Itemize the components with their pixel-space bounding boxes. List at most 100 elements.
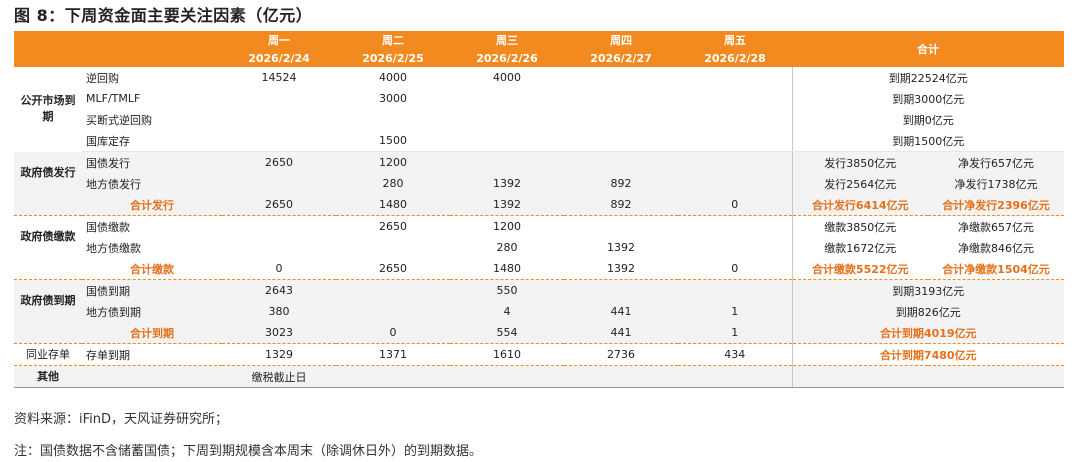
table-row: 合计到期 3023 0 554 441 1 合计到期4019亿元 (14, 322, 1064, 344)
cell (450, 88, 564, 109)
cell (678, 88, 792, 109)
cell (678, 237, 792, 258)
cell: 1200 (336, 151, 450, 173)
group-label-open-market: 公开市场到期 (20, 94, 76, 124)
table-row: 地方债缴款 280 1392 缴款1672亿元 净缴款846亿元 (14, 237, 1064, 258)
table-row: 合计发行 2650 1480 1392 892 0 合计发行6414亿元 合计净… (14, 194, 1064, 216)
cell: 0 (222, 258, 336, 280)
total-cell: 合计净发行2396亿元 (928, 194, 1064, 216)
total-cell: 发行2564亿元 (791, 173, 928, 194)
cell: 3000 (379, 92, 407, 105)
cell: 1 (678, 322, 792, 344)
blank-cell (14, 322, 82, 344)
cell (450, 151, 564, 173)
total-cell: 合计发行6414亿元 (791, 194, 928, 216)
header-blank (14, 31, 222, 67)
row-label: 存单到期 (82, 343, 222, 366)
total-cell: 合计到期7480亿元 (791, 343, 1064, 366)
cell (564, 67, 678, 88)
total-cell: 净发行657亿元 (928, 151, 1064, 173)
header-day-tue: 周二 (336, 31, 450, 49)
total-cell: 到期0亿元 (791, 109, 1064, 130)
cell: 1392 (564, 258, 678, 280)
cell: 2650 (222, 194, 336, 216)
cell: 2643 (222, 279, 336, 301)
cell: 554 (450, 322, 564, 344)
cell: 892 (564, 194, 678, 216)
cell: 14524 (261, 71, 297, 84)
cell (678, 173, 792, 194)
group-label-gov-issue: 政府债发行 (14, 151, 82, 194)
total-cell: 净发行1738亿元 (928, 173, 1064, 194)
table-row: 买断式逆回购 到期0亿元 (14, 109, 1064, 130)
cell (336, 301, 450, 322)
cell (450, 109, 564, 130)
row-label: 国债发行 (82, 151, 222, 173)
cell: 4000 (493, 71, 521, 84)
row-label: 国债到期 (82, 279, 222, 301)
group-label-interbank: 同业存单 (14, 343, 82, 366)
cell (222, 109, 336, 130)
cell (564, 88, 678, 109)
total-cell: 缴款1672亿元 (791, 237, 928, 258)
cell: 3023 (222, 322, 336, 344)
blank-cell (336, 365, 450, 388)
cell: 2650 (222, 151, 336, 173)
header-day-mon: 周一 (222, 31, 336, 49)
cell (678, 130, 792, 152)
total-cell: 到期3193亿元 (791, 279, 1064, 301)
row-label: 地方债缴款 (86, 241, 141, 255)
cell (678, 279, 792, 301)
page-title: 图 8：下周资金面主要关注因素（亿元） (14, 6, 313, 25)
cell: 2650 (379, 220, 407, 233)
cell (336, 109, 450, 130)
table-row: 公开市场到期 逆回购 14524 4000 4000 到期22524亿元 (14, 67, 1064, 123)
cell (564, 216, 678, 238)
row-label: 地方债发行 (82, 173, 222, 194)
table-row: 政府债缴款 国债缴款 2650 1200 缴款3850亿元 净缴款657亿元 (14, 215, 1064, 243)
blank-cell (791, 365, 1064, 388)
cell: 1392 (450, 173, 564, 194)
footnote: 注：国债数据不含储蓄国债；下周到期规模含本周末（除调休日外）的到期数据。 (14, 444, 483, 459)
header-total: 合计 (792, 31, 1064, 67)
cell: 2650 (336, 258, 450, 280)
cell: 892 (564, 173, 678, 194)
table-row: 政府债到期 国债到期 2643 550 到期3193亿元 (14, 279, 1064, 322)
cell: 0 (336, 322, 450, 344)
cell: 550 (450, 279, 564, 301)
table-row: MLF/TMLF 3000 到期3000亿元 (14, 88, 1064, 109)
header-date-thu: 2026/2/27 (564, 49, 678, 67)
cell: 1392 (450, 194, 564, 216)
cell: 1 (678, 301, 792, 322)
cell: 4000 (379, 71, 407, 84)
cell: 434 (678, 343, 792, 366)
cell: 1480 (336, 194, 450, 216)
group-label-other: 其他 (14, 365, 82, 388)
cell (222, 88, 336, 109)
cell: 1371 (336, 343, 450, 366)
cell (564, 109, 678, 130)
header-day-thu: 周四 (564, 31, 678, 49)
row-label: 逆回购 (86, 71, 119, 85)
table-row: 政府债发行 国债发行 2650 1200 发行3850亿元 净发行657亿元 (14, 151, 1064, 194)
total-cell: 到期1500亿元 (791, 130, 1064, 152)
cell (222, 130, 336, 152)
row-label: 国债缴款 (86, 220, 130, 234)
header-day-fri: 周五 (678, 31, 792, 49)
cell: 4 (450, 301, 564, 322)
blank-cell (678, 365, 792, 388)
group-label-gov-maturity: 政府债到期 (14, 279, 82, 322)
table-row: 其他 缴税截止日 (14, 365, 1064, 388)
capital-factors-table: 周一 周二 周三 周四 周五 合计 2026/2/24 2026/2/25 20… (14, 31, 1064, 388)
cell (678, 67, 792, 88)
cell (564, 151, 678, 173)
cell: 280 (496, 241, 518, 254)
row-label: 买断式逆回购 (86, 113, 152, 127)
table-row: 同业存单 存单到期 1329 1371 1610 2736 434 合计到期74… (14, 343, 1064, 366)
blank-cell (14, 194, 82, 216)
header-day-wed: 周三 (450, 31, 564, 49)
total-cell: 净缴款657亿元 (958, 220, 1034, 234)
total-cell: 到期3000亿元 (791, 88, 1064, 109)
row-label: 合计发行 (82, 194, 222, 216)
blank-cell (450, 365, 564, 388)
